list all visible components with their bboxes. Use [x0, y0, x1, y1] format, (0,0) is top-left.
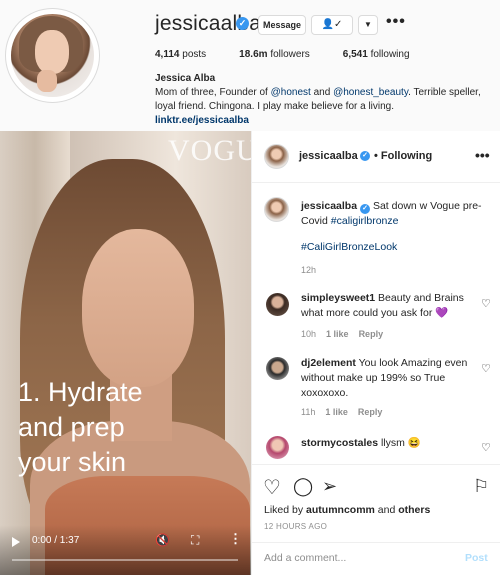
liked-by-and: and	[374, 504, 399, 516]
post-author-avatar[interactable]	[264, 144, 289, 169]
comment-text: llysm 😆	[378, 437, 421, 449]
following-status[interactable]: • Following	[374, 150, 432, 162]
posts-label: posts	[182, 49, 207, 60]
like-comment-icon[interactable]: ♡	[481, 362, 491, 375]
profile-options-icon[interactable]: •••	[386, 13, 406, 31]
bio-text: Mom of three, Founder of	[155, 87, 271, 98]
share-icon[interactable]: ➢	[322, 476, 337, 497]
comment-meta: 11h 1 like Reply	[301, 407, 392, 417]
following-status-button[interactable]: 👤✓	[311, 15, 353, 35]
posts-stat: 4,114 posts	[155, 49, 206, 60]
profile-full-name: Jessica Alba	[155, 73, 216, 84]
message-button[interactable]: Message	[258, 15, 306, 35]
profile-link[interactable]: linktr.ee/jessicaalba	[155, 115, 249, 126]
post-header: jessicaalba ✓ • Following •••	[252, 131, 500, 183]
video-time: 0:00 / 1:37	[32, 535, 80, 546]
reply-button[interactable]: Reply	[359, 329, 384, 339]
comment-item: stormycostales llysm 😆	[301, 436, 487, 451]
liked-by-others[interactable]: others	[398, 504, 430, 516]
comment-likes[interactable]: 1 like	[326, 329, 349, 339]
comment-item: simpleysweet1 Beauty and Brains what mor…	[301, 291, 487, 321]
posts-count: 4,114	[155, 49, 180, 60]
fullscreen-icon[interactable]: ⛶	[191, 533, 199, 548]
following-label: following	[370, 49, 410, 60]
post-timestamp[interactable]: 12 HOURS AGO	[264, 522, 327, 531]
post-comment-button[interactable]: Post	[465, 552, 488, 564]
comment-meta: 10h 1 like Reply	[301, 329, 393, 339]
comment-username[interactable]: stormycostales	[301, 437, 378, 449]
liked-by-prefix: Liked by	[264, 504, 307, 516]
comment-time: 11h	[301, 407, 316, 417]
bio-text: and	[310, 87, 334, 98]
profile-bio: Mom of three, Founder of @honest and @ho…	[155, 86, 495, 114]
liked-by-text: Liked by autumncomm and others	[264, 504, 430, 516]
post-author-username[interactable]: jessicaalba	[299, 150, 358, 162]
save-bookmark-icon[interactable]: ⚐	[473, 476, 489, 497]
add-comment-bar: Post	[252, 542, 500, 575]
video-caption-line: your skin	[18, 447, 127, 477]
comment-item: dj2element You look Amazing even without…	[301, 356, 487, 401]
post-detail-panel: jessicaalba ✓ • Following ••• jessicaalb…	[251, 131, 500, 575]
comment-likes[interactable]: 1 like	[325, 407, 348, 417]
like-heart-icon[interactable]: ♡	[263, 475, 281, 500]
following-stat[interactable]: 6,541 following	[343, 49, 410, 60]
caption-hashtag[interactable]: #caligirlbronze	[331, 215, 399, 227]
profile-stats: 4,114 posts 18.6m followers 6,541 follow…	[155, 49, 443, 60]
comment-username[interactable]: dj2element	[301, 357, 356, 369]
vogue-watermark: VOGUE	[168, 134, 251, 167]
post-actions: ♡ ◯ ➢ ⚐ Liked by autumncomm and others 1…	[252, 464, 500, 575]
post-caption: jessicaalba ✓ Sat down w Vogue pre-Covid …	[301, 199, 487, 229]
video-caption-line: 1. Hydrate	[18, 377, 143, 407]
commenter-avatar[interactable]	[266, 293, 289, 316]
reply-button[interactable]: Reply	[358, 407, 383, 417]
caption-author-avatar[interactable]	[264, 197, 289, 222]
profile-avatar[interactable]	[5, 8, 100, 103]
verified-badge-icon: ✓	[360, 151, 370, 161]
comment-bubble-icon[interactable]: ◯	[293, 476, 313, 497]
followers-stat[interactable]: 18.6m followers	[239, 49, 310, 60]
mute-icon[interactable]: 🔇	[155, 533, 170, 547]
play-icon[interactable]	[12, 537, 20, 547]
caption-meta: 12h	[301, 265, 326, 275]
comment-username[interactable]: simpleysweet1	[301, 292, 375, 304]
video-progress-track[interactable]	[12, 559, 238, 561]
video-controls-bar	[0, 525, 251, 575]
post-video[interactable]: VOGUE 1. Hydrate and prep your skin 0:00…	[0, 131, 251, 575]
video-options-icon[interactable]: ⋮	[229, 531, 242, 547]
followers-count: 18.6m	[239, 49, 268, 60]
commenter-avatar[interactable]	[266, 436, 289, 459]
caption-username[interactable]: jessicaalba	[301, 200, 357, 212]
verified-badge-icon: ✓	[236, 17, 249, 30]
caption-hashtag-line: #CaliGirlBronzeLook	[301, 240, 487, 255]
like-comment-icon[interactable]: ♡	[481, 297, 491, 310]
caption-time: 12h	[301, 265, 317, 275]
post-options-icon[interactable]: •••	[475, 147, 490, 163]
video-caption-overlay: 1. Hydrate and prep your skin	[18, 375, 248, 480]
like-comment-icon[interactable]: ♡	[481, 441, 491, 454]
verified-badge-icon: ✓	[360, 204, 371, 214]
bio-mention-honest[interactable]: @honest	[271, 87, 311, 98]
bio-mention-honest-beauty[interactable]: @honest_beauty	[333, 87, 408, 98]
caption-hashtag[interactable]: #CaliGirlBronzeLook	[301, 241, 397, 253]
comment-time: 10h	[301, 329, 317, 339]
commenter-avatar[interactable]	[266, 357, 289, 380]
video-caption-line: and prep	[18, 412, 125, 442]
suggested-accounts-dropdown-button[interactable]: ▼	[358, 15, 378, 35]
profile-avatar-image	[11, 14, 94, 97]
followers-label: followers	[270, 49, 310, 60]
add-comment-input[interactable]	[264, 552, 454, 564]
liked-by-user[interactable]: autumncomm	[306, 504, 375, 516]
following-count: 6,541	[342, 49, 368, 60]
profile-header: jessicaalba ✓ Message 👤✓ ▼ ••• 4,114 pos…	[0, 0, 500, 131]
video-subject-face	[82, 229, 194, 387]
